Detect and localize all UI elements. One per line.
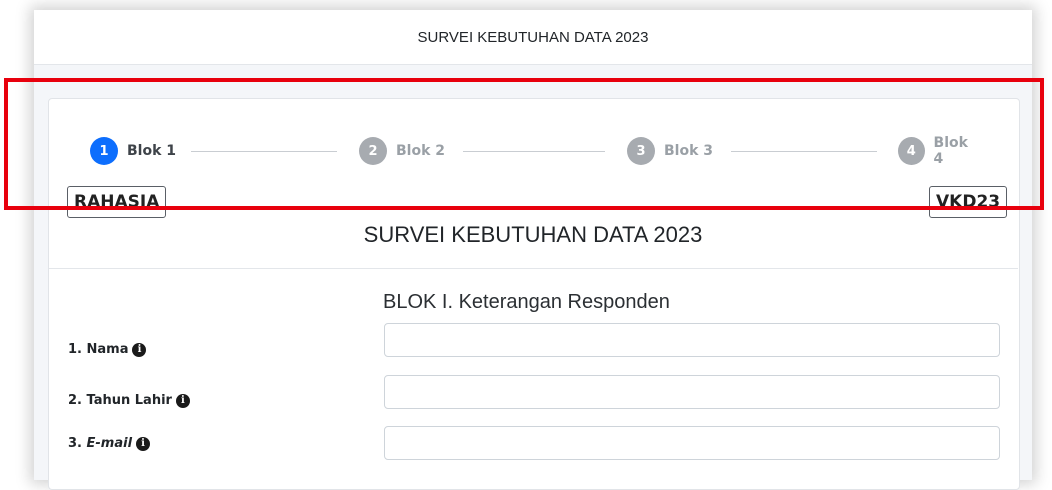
field-label-em: E-mail bbox=[86, 436, 133, 451]
email-input[interactable] bbox=[384, 426, 1000, 460]
step-blok-2[interactable]: 2 Blok 2 bbox=[359, 135, 445, 167]
app-title: SURVEI KEBUTUHAN DATA 2023 bbox=[417, 28, 649, 46]
field-label-tahun-lahir: 2. Tahun Lahir i bbox=[68, 393, 190, 408]
classification-tag: RAHASIA bbox=[67, 186, 167, 218]
step-connector bbox=[191, 151, 337, 152]
divider bbox=[49, 268, 1018, 269]
field-label-nama: 1. Nama i bbox=[68, 342, 147, 357]
step-blok-4[interactable]: 4 Blok 4 bbox=[898, 135, 980, 167]
step-connector bbox=[731, 151, 877, 152]
info-circle-icon[interactable]: i bbox=[175, 393, 190, 408]
block-title: BLOK I. Keterangan Responden bbox=[383, 291, 670, 313]
field-label-email: 3. E-mail i bbox=[68, 436, 151, 451]
field-label-text: 2. Tahun Lahir bbox=[68, 393, 172, 408]
info-circle-icon[interactable]: i bbox=[136, 436, 151, 451]
step-connector bbox=[463, 151, 605, 152]
stepper: 1 Blok 1 2 Blok 2 3 Blok 3 4 Blok 4 bbox=[90, 135, 980, 167]
app-header: SURVEI KEBUTUHAN DATA 2023 bbox=[34, 10, 1032, 65]
step-blok-1[interactable]: 1 Blok 1 bbox=[90, 135, 176, 167]
step-blok-3[interactable]: 3 Blok 3 bbox=[627, 135, 713, 167]
nama-input[interactable] bbox=[384, 323, 1000, 357]
step-label: Blok 2 bbox=[396, 143, 446, 159]
field-label-prefix: 3. bbox=[68, 436, 87, 451]
form-title: SURVEI KEBUTUHAN DATA 2023 bbox=[363, 222, 703, 247]
step-number-badge: 3 bbox=[627, 137, 655, 165]
info-circle-icon[interactable]: i bbox=[132, 342, 147, 357]
tahun-lahir-input[interactable] bbox=[384, 375, 1000, 409]
step-label: Blok 1 bbox=[127, 143, 177, 159]
step-number-badge: 2 bbox=[359, 137, 387, 165]
field-label-text: 1. Nama bbox=[68, 342, 129, 357]
step-label: Blok 4 bbox=[933, 135, 968, 167]
step-label: Blok 3 bbox=[664, 143, 714, 159]
step-number-badge: 1 bbox=[90, 137, 118, 165]
survey-code-tag: VKD23 bbox=[929, 186, 1008, 218]
step-number-badge: 4 bbox=[898, 137, 925, 165]
